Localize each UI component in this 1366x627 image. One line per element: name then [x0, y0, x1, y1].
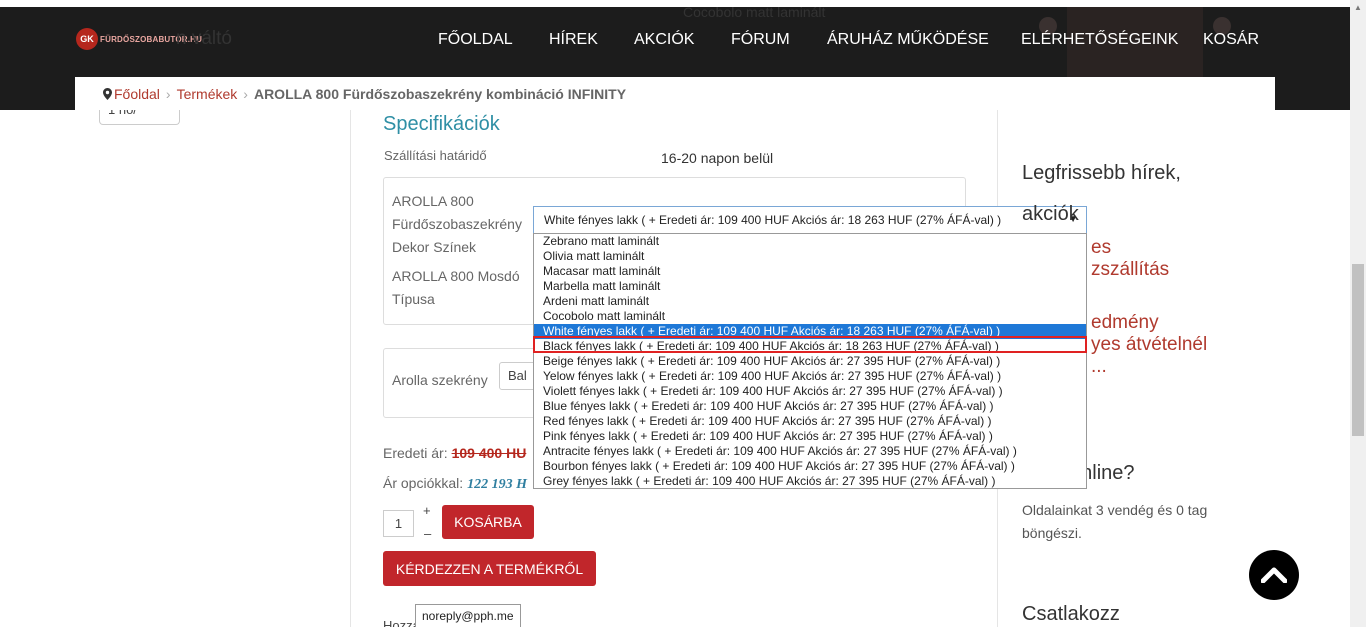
scroll-up-arrow-icon[interactable]: ▲: [1350, 0, 1366, 16]
price-with-options-value: 122 193 H: [467, 477, 528, 492]
nav-forum[interactable]: FÓRUM: [731, 31, 790, 49]
shipping-label: Szállítási határidő: [384, 148, 487, 163]
nav-home[interactable]: FŐOLDAL: [438, 31, 513, 49]
highlight-annotation-box: [533, 336, 1087, 353]
color-select-options: Zebrano matt laminált Olivia matt laminá…: [533, 233, 1087, 489]
chevron-up-icon: [1261, 567, 1287, 583]
chevron-right-icon: ›: [165, 85, 171, 102]
quantity-input[interactable]: 1: [383, 510, 414, 537]
option-label-line: Dekor Színek: [392, 239, 477, 255]
option-label-basin: AROLLA 800 Mosdó Típusa: [392, 265, 520, 311]
select-option[interactable]: Macasar matt laminált: [534, 264, 1086, 279]
back-to-top-button[interactable]: [1249, 550, 1299, 600]
quantity-minus-button[interactable]: –: [424, 526, 431, 541]
arolla-label: Arolla szekrény: [392, 372, 488, 388]
nav-contact[interactable]: ELÉRHETŐSÉGEINK: [1021, 31, 1178, 49]
nav-store-info[interactable]: ÁRUHÁZ MŰKÖDÉSE: [827, 31, 989, 49]
option-label-line: AROLLA 800: [392, 193, 474, 209]
sidebar-link-line: edmény: [1091, 312, 1159, 333]
breadcrumb-home[interactable]: Főoldal: [114, 86, 160, 102]
option-label-line: AROLLA 800 Mosdó: [392, 268, 520, 284]
nav-sales[interactable]: AKCIÓK: [634, 31, 694, 49]
spec-title: Specifikációk: [383, 113, 500, 135]
sidebar-link-line: yes átvételnél: [1091, 334, 1208, 355]
sidebar-link-line: ...: [1091, 356, 1107, 377]
select-option[interactable]: Marbella matt laminált: [534, 279, 1086, 294]
original-price-value: 109 400 HU: [451, 445, 527, 461]
select-option[interactable]: Cocobolo matt laminált: [534, 309, 1086, 324]
sidebar-join-title: Csatlakozz: [1022, 603, 1120, 625]
sidebar-online-text: Oldalainkat 3 vendég és 0 tag böngészi.: [1022, 499, 1207, 545]
color-select-value: White fényes lakk ( + Eredeti ár: 109 40…: [544, 213, 1002, 227]
nav-cart[interactable]: KOSÁR: [1203, 31, 1259, 49]
option-label-line: Fürdőszobaszekrény: [392, 216, 522, 232]
sidebar-link-line: es: [1091, 237, 1112, 258]
sidebar-news-title: Legfrissebb hírek,: [1022, 162, 1181, 184]
shipping-value: 16-20 napon belül: [661, 150, 774, 166]
add-to-cart-button[interactable]: KOSÁRBA: [442, 505, 534, 539]
email-tooltip: noreply@pph.me: [415, 604, 521, 627]
option-label-line: Típusa: [392, 291, 435, 307]
select-option[interactable]: Red fényes lakk ( + Eredeti ár: 109 400 …: [534, 414, 1086, 429]
sidebar-news-title-2: akciók: [1022, 203, 1079, 225]
main-nav: FŐOLDAL HÍREK AKCIÓK FÓRUM ÁRUHÁZ MŰKÖDÉ…: [0, 31, 1350, 55]
select-option[interactable]: Violett fényes lakk ( + Eredeti ár: 109 …: [534, 384, 1086, 399]
nav-news[interactable]: HÍREK: [549, 31, 598, 49]
original-price-label: Eredeti ár:: [383, 445, 448, 461]
chevron-right-icon: ›: [243, 85, 248, 102]
page: Cocobolo matt laminált GK FÜRDŐSZOBABUTO…: [0, 0, 1366, 627]
quantity-plus-button[interactable]: +: [423, 503, 431, 518]
sidebar-news-link-1[interactable]: es zszállítás: [1091, 237, 1169, 281]
breadcrumb-current: AROLLA 800 Fürdőszobaszekrény kombináció…: [253, 85, 627, 102]
select-option[interactable]: Grey fényes lakk ( + Eredeti ár: 109 400…: [534, 474, 1086, 488]
location-pin-icon: [103, 87, 112, 100]
sidebar-link-line: zszállítás: [1091, 259, 1170, 280]
select-option[interactable]: Yelow fényes lakk ( + Eredeti ár: 109 40…: [534, 369, 1086, 384]
select-option[interactable]: Bourbon fényes lakk ( + Eredeti ár: 109 …: [534, 459, 1086, 474]
select-option[interactable]: Antracite fényes lakk ( + Eredeti ár: 10…: [534, 444, 1086, 459]
select-option[interactable]: Olivia matt laminált: [534, 249, 1086, 264]
sidebar-news-link-2[interactable]: edmény yes átvételnél ...: [1091, 312, 1207, 378]
ask-about-product-button[interactable]: KÉRDEZZEN A TERMÉKRŐL: [383, 551, 596, 586]
select-option[interactable]: Zebrano matt laminált: [534, 234, 1086, 249]
sidebar-online-line: böngészi.: [1022, 525, 1082, 541]
breadcrumb-products[interactable]: Termékek: [177, 86, 238, 102]
breadcrumb: Főoldal › Termékek › AROLLA 800 Fürdőszo…: [75, 77, 1275, 110]
select-option[interactable]: Ardeni matt laminált: [534, 294, 1086, 309]
select-option[interactable]: Pink fényes lakk ( + Eredeti ár: 109 400…: [534, 429, 1086, 444]
select-option[interactable]: Beige fényes lakk ( + Eredeti ár: 109 40…: [534, 354, 1086, 369]
page-scrollbar[interactable]: ▲: [1350, 0, 1366, 627]
scrollbar-thumb[interactable]: [1352, 264, 1364, 436]
header-top-strip: [0, 0, 1350, 7]
price-with-options-label: Ár opciókkal:: [383, 475, 464, 491]
color-select[interactable]: White fényes lakk ( + Eredeti ár: 109 40…: [533, 206, 1087, 234]
select-option[interactable]: Blue fényes lakk ( + Eredeti ár: 109 400…: [534, 399, 1086, 414]
original-price: Eredeti ár: 109 400 HU: [383, 445, 526, 461]
header-ghost-promo: Cocobolo matt laminált: [683, 4, 826, 20]
option-label-color: AROLLA 800 Fürdőszobaszekrény Dekor Szín…: [392, 190, 522, 259]
content-divider-left: [350, 110, 351, 627]
sidebar-online-line: Oldalainkat 3 vendég és 0 tag: [1022, 502, 1208, 518]
price-with-options: Ár opciókkal: 122 193 H: [383, 475, 527, 493]
